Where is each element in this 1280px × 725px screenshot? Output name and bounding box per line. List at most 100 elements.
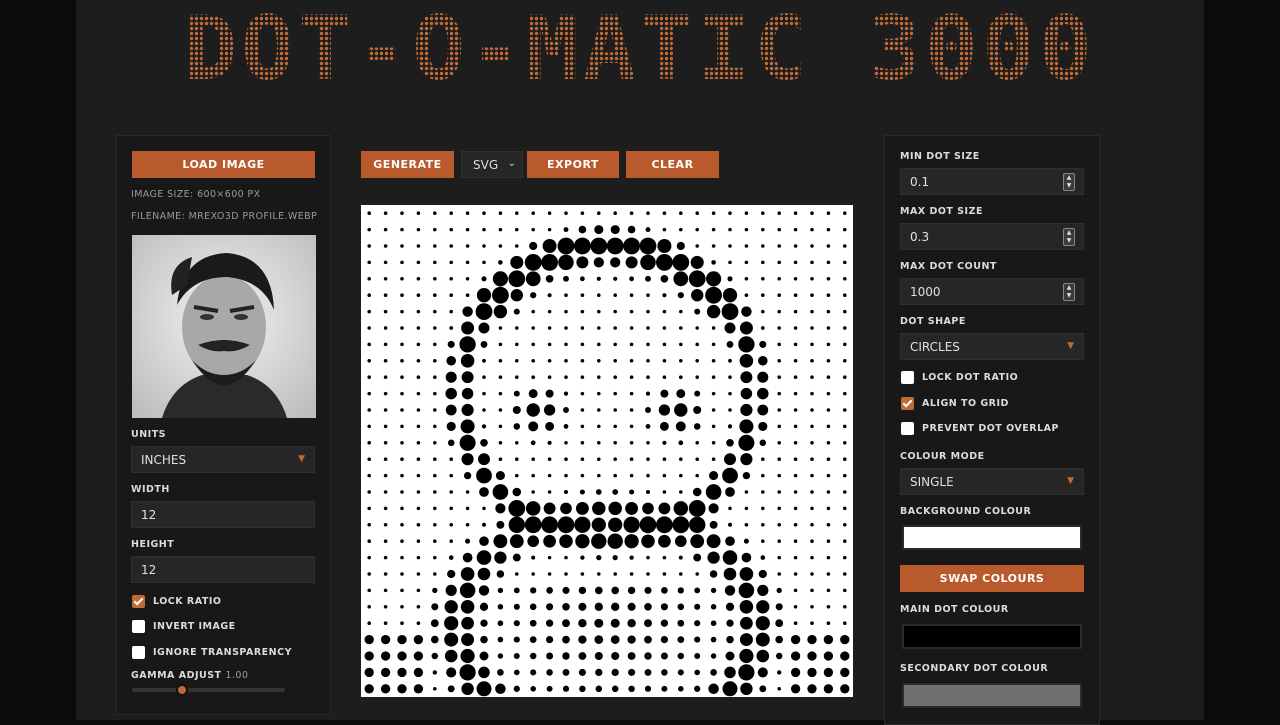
- halftone-dot: [595, 685, 603, 693]
- colour-mode-select[interactable]: SINGLE ▼: [900, 468, 1084, 495]
- halftone-dot: [711, 359, 716, 363]
- stepper-icon[interactable]: ▲ ▼: [1063, 283, 1075, 301]
- halftone-dot: [528, 421, 539, 432]
- halftone-dot: [433, 211, 437, 215]
- halftone-dot: [547, 359, 552, 363]
- halftone-dot: [433, 244, 437, 248]
- halftone-dot: [843, 293, 847, 297]
- halftone-dot: [498, 441, 503, 445]
- halftone-dot: [383, 539, 388, 543]
- halftone-dot: [727, 276, 733, 282]
- halftone-dot: [613, 441, 617, 445]
- halftone-dot: [826, 572, 831, 576]
- halftone-dot: [722, 681, 738, 697]
- halftone-dot: [495, 471, 505, 481]
- halftone-dot: [580, 408, 585, 412]
- max-dot-count-input[interactable]: 1000 ▲ ▼: [900, 278, 1084, 305]
- halftone-dot: [564, 359, 568, 363]
- halftone-dot: [646, 211, 650, 215]
- halftone-dot: [513, 620, 520, 627]
- halftone-dot: [843, 588, 847, 593]
- halftone-dot: [400, 555, 404, 560]
- invert-image-checkbox[interactable]: [132, 620, 145, 633]
- halftone-dot: [826, 588, 831, 593]
- halftone-dot: [695, 441, 699, 445]
- halftone-dot: [433, 687, 437, 691]
- clear-button[interactable]: CLEAR: [626, 151, 719, 178]
- lock-dot-ratio-checkbox[interactable]: [901, 371, 914, 384]
- export-button[interactable]: EXPORT: [527, 151, 619, 178]
- halftone-dot: [449, 490, 453, 494]
- halftone-dot: [459, 434, 476, 451]
- prevent-dot-overlap-checkbox[interactable]: [901, 422, 914, 435]
- main-dot-colour-swatch[interactable]: [902, 624, 1082, 649]
- halftone-dot: [433, 539, 437, 543]
- dot-canvas[interactable]: [361, 205, 853, 697]
- gamma-slider-track[interactable]: [132, 688, 285, 692]
- halftone-dot: [613, 473, 617, 478]
- halftone-dot: [728, 244, 732, 248]
- background-colour-swatch[interactable]: [902, 525, 1082, 550]
- halftone-dot: [613, 391, 617, 396]
- halftone-dot: [777, 506, 781, 511]
- halftone-dot: [400, 359, 404, 363]
- halftone-dot: [740, 682, 753, 696]
- halftone-dot: [608, 517, 623, 532]
- halftone-dot: [644, 685, 652, 692]
- min-dot-size-input[interactable]: 0.1 ▲ ▼: [900, 168, 1084, 195]
- chevron-down-icon: ▼: [1067, 476, 1074, 486]
- units-select[interactable]: INCHES ▼: [131, 446, 315, 473]
- secondary-dot-colour-swatch[interactable]: [902, 683, 1082, 708]
- units-label: UNITS: [131, 429, 167, 440]
- load-image-button[interactable]: LOAD IMAGE: [132, 151, 315, 178]
- halftone-dot: [459, 664, 476, 681]
- width-input[interactable]: 12: [131, 501, 315, 528]
- halftone-dot: [546, 603, 554, 611]
- halftone-dot: [728, 227, 732, 232]
- halftone-dot: [658, 534, 671, 548]
- halftone-dot: [564, 457, 568, 461]
- lock-ratio-checkbox[interactable]: [132, 595, 145, 608]
- swap-colours-button[interactable]: SWAP COLOURS: [900, 565, 1084, 592]
- halftone-dot: [563, 391, 569, 396]
- halftone-dot: [843, 227, 847, 232]
- gamma-value: 1.00: [225, 670, 249, 681]
- halftone-dot: [793, 326, 798, 330]
- halftone-dot: [590, 237, 608, 255]
- halftone-dot: [810, 621, 814, 625]
- halftone-dot: [777, 391, 781, 396]
- halftone-dot: [512, 405, 521, 415]
- halftone-dot: [645, 489, 651, 495]
- halftone-dot: [639, 237, 657, 255]
- halftone-dot: [595, 668, 603, 677]
- halftone-dot: [744, 244, 749, 248]
- halftone-dot: [739, 648, 754, 664]
- ignore-transparency-checkbox[interactable]: [132, 646, 145, 659]
- halftone-dot: [433, 227, 437, 232]
- dot-shape-select[interactable]: CIRCLES ▼: [900, 333, 1084, 360]
- max-dot-size-input[interactable]: 0.3 ▲ ▼: [900, 223, 1084, 250]
- halftone-dot: [645, 424, 651, 429]
- stepper-icon[interactable]: ▲ ▼: [1063, 228, 1075, 246]
- halftone-dot: [612, 554, 618, 561]
- halftone-dot: [711, 391, 716, 396]
- halftone-dot: [690, 534, 705, 549]
- halftone-dot: [610, 618, 620, 628]
- halftone-dot: [744, 523, 749, 527]
- halftone-dot: [416, 457, 421, 461]
- halftone-dot: [662, 473, 667, 478]
- halftone-dot: [724, 453, 736, 466]
- halftone-dot: [641, 534, 655, 548]
- halftone-dot: [482, 211, 486, 215]
- halftone-dot: [479, 651, 489, 661]
- halftone-dot: [482, 358, 486, 363]
- halftone-dot: [367, 572, 371, 576]
- halftone-dot: [662, 211, 667, 215]
- align-to-grid-checkbox[interactable]: [901, 397, 914, 410]
- stepper-icon[interactable]: ▲ ▼: [1063, 173, 1075, 191]
- height-input[interactable]: 12: [131, 556, 315, 583]
- halftone-dot: [677, 292, 684, 299]
- halftone-dot: [524, 516, 542, 534]
- format-select[interactable]: SVG ⌄: [461, 151, 523, 178]
- generate-button[interactable]: GENERATE: [361, 151, 454, 178]
